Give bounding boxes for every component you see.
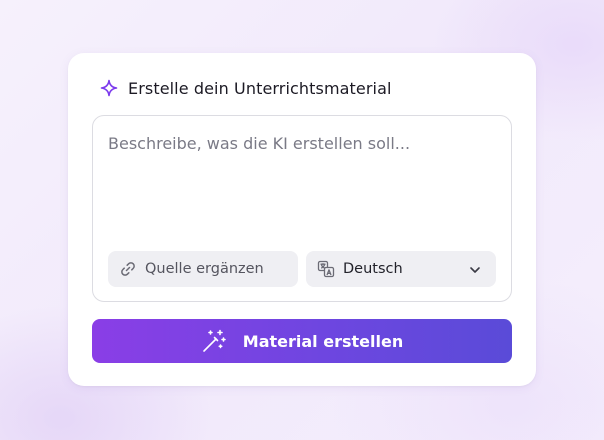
material-generator-card: Erstelle dein Unterrichtsmaterial Beschr…	[68, 53, 536, 386]
prompt-input[interactable]: Beschreibe, was die KI erstellen soll...…	[92, 115, 512, 302]
translate-icon	[317, 260, 335, 278]
create-material-label: Material erstellen	[242, 331, 404, 351]
add-source-button[interactable]: Quelle ergänzen	[108, 251, 298, 287]
sparkle-icon	[100, 79, 118, 97]
prompt-placeholder: Beschreibe, was die KI erstellen soll...	[108, 134, 411, 153]
create-material-button[interactable]: Material erstellen	[92, 319, 512, 363]
link-icon	[119, 260, 137, 278]
add-source-label: Quelle ergänzen	[145, 261, 264, 277]
card-header: Erstelle dein Unterrichtsmaterial	[100, 78, 392, 98]
magic-wand-icon	[201, 328, 227, 354]
card-title: Erstelle dein Unterrichtsmaterial	[128, 78, 392, 98]
chevron-down-icon	[468, 262, 482, 276]
language-selected-value: Deutsch	[343, 261, 403, 277]
language-select[interactable]: Deutsch	[306, 251, 496, 287]
